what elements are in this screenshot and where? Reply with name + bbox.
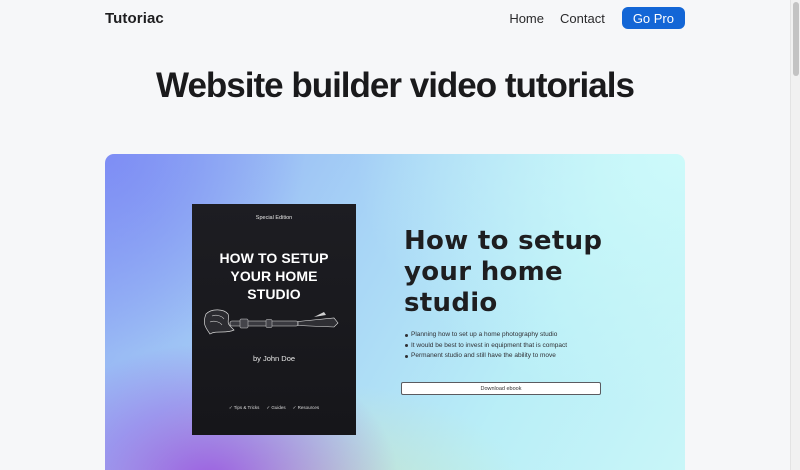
download-ebook-button[interactable]: Download ebook <box>401 382 601 395</box>
brand-logo-text[interactable]: Tutoriac <box>105 10 164 27</box>
ebook-cover: Special Edition HOW TO SETUP YOUR HOME S… <box>192 204 356 435</box>
book-tag: ✓ Tips & Tricks <box>228 405 260 410</box>
hero-heading: How to setup your home studio <box>404 226 603 318</box>
nav-links: Home Contact Go Pro <box>509 7 685 29</box>
book-author: by John Doe <box>252 354 296 363</box>
top-nav: Tutoriac Home Contact Go Pro <box>105 0 685 36</box>
feature-item: It would be best to invest in equipment … <box>405 341 645 352</box>
feature-item: Permanent studio and still have the abil… <box>405 351 645 362</box>
book-tag: ✓ Guides <box>266 405 286 410</box>
book-title: HOW TO SETUP YOUR HOME STUDIO <box>219 250 329 302</box>
page-scrollbar[interactable] <box>790 0 800 470</box>
book-tag: ✓ Resources <box>292 405 320 410</box>
nav-link-home[interactable]: Home <box>509 11 544 26</box>
go-pro-button[interactable]: Go Pro <box>621 7 685 29</box>
feature-item: Planning how to set up a home photograph… <box>405 330 645 341</box>
book-edition-label: Special Edition <box>255 215 293 221</box>
book-tags: ✓ Tips & Tricks ✓ Guides ✓ Resources <box>192 405 356 411</box>
hero-card: Special Edition HOW TO SETUP YOUR HOME S… <box>105 154 685 470</box>
scrollbar-thumb[interactable] <box>793 2 799 76</box>
nav-link-contact[interactable]: Contact <box>560 11 605 26</box>
hand-camera-illustration <box>204 309 339 335</box>
page-title: Website builder video tutorials <box>156 66 635 105</box>
feature-list: Planning how to set up a home photograph… <box>405 330 645 362</box>
